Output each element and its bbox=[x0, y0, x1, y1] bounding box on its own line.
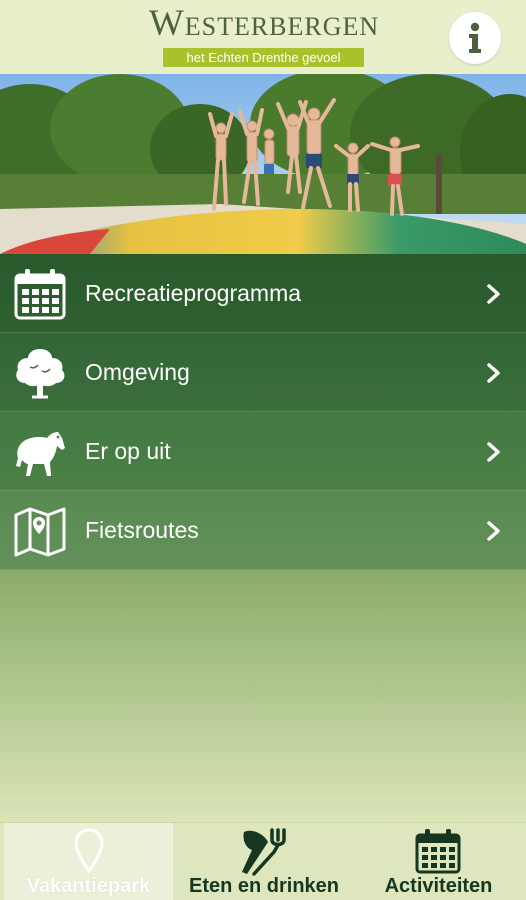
content-background bbox=[0, 570, 526, 822]
tab-label: Eten en drinken bbox=[188, 875, 340, 897]
menu-item-er-op-uit[interactable]: Er op uit bbox=[0, 412, 526, 491]
chevron-right-icon bbox=[487, 521, 500, 541]
hero-photo bbox=[0, 74, 526, 254]
menu-item-label: Recreatieprogramma bbox=[85, 280, 302, 306]
tab-label: Activiteiten bbox=[384, 875, 493, 897]
bottom-tab-bar: Vakantiepark Eten en drinken Activiteite… bbox=[0, 822, 526, 900]
menu-item-label: Fietsroutes bbox=[85, 517, 199, 543]
info-button[interactable] bbox=[449, 12, 501, 64]
horse-icon bbox=[16, 432, 65, 476]
calendar-icon bbox=[14, 269, 66, 320]
chevron-right-icon bbox=[487, 442, 500, 462]
menu-item-omgeving[interactable]: Omgeving bbox=[0, 333, 526, 412]
info-icon bbox=[469, 22, 481, 53]
logo-subtitle: het Echten Drenthe gevoel bbox=[163, 48, 364, 67]
chevron-right-icon bbox=[487, 363, 500, 383]
app-header: Westerbergen het Echten Drenthe gevoel bbox=[0, 0, 526, 74]
tab-vakantiepark[interactable]: Vakantiepark bbox=[4, 823, 173, 900]
tab-activiteiten[interactable]: Activiteiten bbox=[355, 823, 522, 900]
menu-item-label: Er op uit bbox=[85, 438, 171, 464]
main-menu: Recreatieprogramma Omgeving Er op uit Fi… bbox=[0, 254, 526, 570]
menu-item-recreatieprogramma[interactable]: Recreatieprogramma bbox=[0, 254, 526, 333]
logo-title: Westerbergen bbox=[148, 3, 380, 44]
tree-icon bbox=[16, 349, 65, 399]
menu-item-label: Omgeving bbox=[85, 359, 190, 385]
tab-label: Vakantiepark bbox=[26, 875, 151, 897]
location-pin-icon bbox=[74, 828, 104, 874]
menu-item-fietsroutes[interactable]: Fietsroutes bbox=[0, 491, 526, 570]
fork-knife-icon bbox=[242, 828, 286, 876]
chevron-right-icon bbox=[487, 284, 500, 304]
calendar-icon bbox=[415, 829, 461, 874]
tab-eten-en-drinken[interactable]: Eten en drinken bbox=[175, 823, 353, 900]
map-icon bbox=[14, 507, 66, 557]
